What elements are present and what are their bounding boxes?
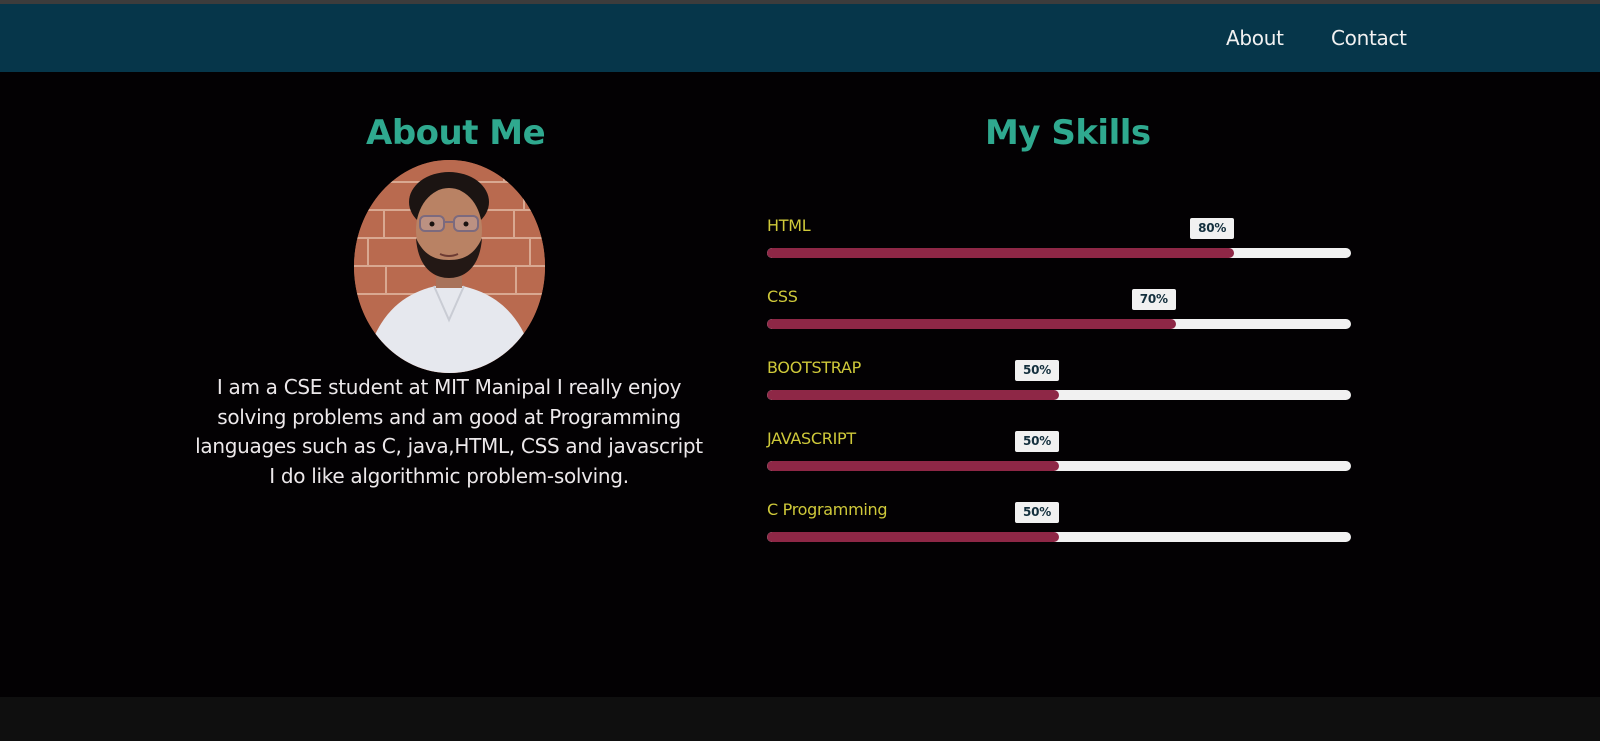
skill-label-html: HTML [767,216,811,235]
footer [0,697,1600,741]
skills-title: My Skills [985,113,1151,153]
avatar-portrait [354,160,545,373]
about-title: About Me [366,113,546,153]
skill-bar-fill-html [767,248,1235,258]
about-description: I am a CSE student at MIT Manipal I real… [195,375,703,488]
skill-percent-badge-c-programming: 50% [1015,502,1059,523]
skill-bar-fill-css [767,319,1176,329]
skill-label-css: CSS [767,287,798,306]
skill-bar-javascript [767,461,1351,471]
skill-label-javascript: JAVASCRIPT [767,429,856,448]
avatar [354,160,545,373]
skill-percent-badge-bootstrap: 50% [1015,360,1059,381]
nav-link-about[interactable]: About [1226,26,1284,50]
skill-percent-badge-html: 80% [1190,218,1235,239]
nav-link-contact[interactable]: Contact [1331,26,1407,50]
skill-bar-fill-bootstrap [767,390,1059,400]
skill-bar-fill-javascript [767,461,1059,471]
skill-bar-c-programming [767,532,1351,542]
skill-bar-bootstrap [767,390,1351,400]
skill-percent-badge-javascript: 50% [1015,431,1059,452]
skill-label-c-programming: C Programming [767,500,888,519]
skill-percent-badge-css: 70% [1131,289,1176,310]
skill-bar-css [767,319,1351,329]
navbar: About Contact [0,4,1600,72]
skill-bar-html [767,248,1351,258]
skill-label-bootstrap: BOOTSTRAP [767,358,861,377]
skill-bar-fill-c-programming [767,532,1059,542]
